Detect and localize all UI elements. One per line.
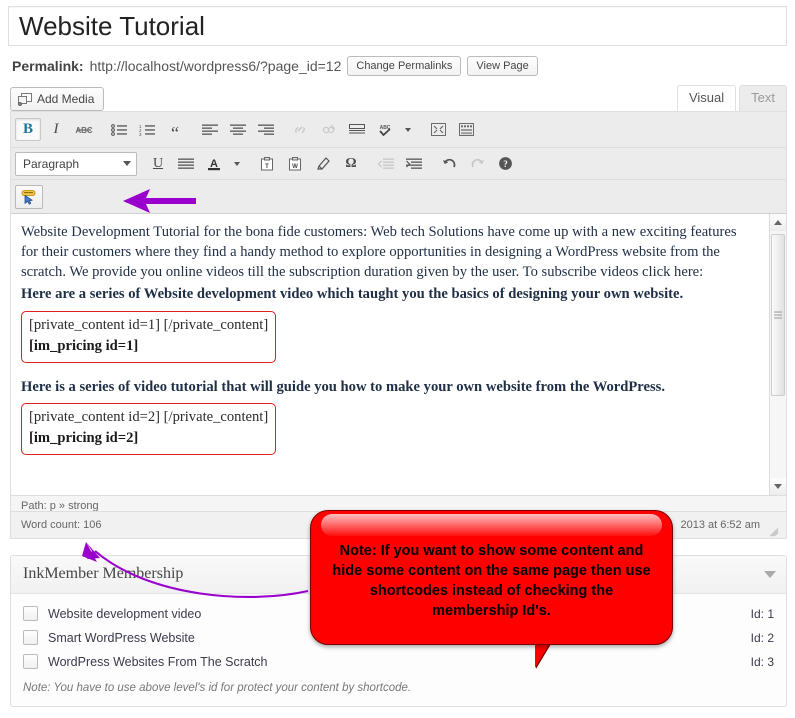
membership-label-3: WordPress Websites From The Scratch (48, 654, 268, 669)
paste-as-text-icon[interactable]: T (254, 152, 280, 175)
add-media-icon (18, 92, 32, 106)
shortcode-block-2-line-1: [private_content id=2] [/private_content… (29, 408, 269, 425)
fullscreen-icon[interactable] (425, 118, 451, 141)
text-color-dropdown-icon[interactable] (229, 152, 245, 175)
scroll-up-arrow-icon[interactable] (770, 214, 786, 231)
metabox-title: InkMember Membership (23, 565, 184, 582)
post-title-value: Website Tutorial (19, 11, 205, 41)
tab-text[interactable]: Text (739, 85, 787, 111)
help-icon[interactable]: ? (492, 152, 518, 175)
membership-checkbox-1[interactable] (23, 606, 38, 621)
align-left-icon[interactable] (197, 118, 223, 141)
spellcheck-dropdown-icon[interactable] (400, 118, 416, 141)
editor-vertical-scrollbar[interactable] (769, 214, 786, 495)
editor-toolbar-row-1: B I ABC 1 2 3 “ ABC (11, 112, 786, 148)
membership-id-2: Id: 2 (750, 630, 774, 645)
media-and-tabs-row: Add Media Visual Text (10, 85, 787, 111)
align-center-icon[interactable] (225, 118, 251, 141)
content-heading-1: Here are a series of Website development… (21, 286, 684, 303)
membership-checkbox-3[interactable] (23, 654, 38, 669)
svg-text:T: T (265, 164, 269, 170)
metabox-header[interactable]: InkMember Membership (11, 556, 786, 594)
shortcode-block-1-line-2: [im_pricing id=1] (29, 337, 139, 354)
unlink-icon[interactable] (316, 118, 342, 141)
shortcode-block-1-line-1: [private_content id=1] [/private_content… (29, 316, 269, 333)
metabox-body: Website development video Id: 1 Smart Wo… (11, 594, 786, 706)
shortcode-block-2-line-2: [im_pricing id=2] (29, 430, 139, 447)
ordered-list-icon[interactable]: 1 2 3 (134, 118, 160, 141)
paste-from-word-icon[interactable]: W (282, 152, 308, 175)
membership-label-2: Smart WordPress Website (48, 630, 195, 645)
unordered-list-icon[interactable] (106, 118, 132, 141)
inkmember-membership-metabox: InkMember Membership Website development… (10, 555, 787, 707)
tab-visual[interactable]: Visual (676, 85, 737, 111)
membership-id-1: Id: 1 (750, 606, 774, 621)
membership-id-3: Id: 3 (750, 654, 774, 669)
svg-text:?: ? (503, 159, 508, 169)
editor-path-bar: Path: p » strong (11, 495, 786, 512)
word-count-label: Word count: 106 (21, 518, 102, 531)
inkmember-shortcode-icon[interactable] (15, 184, 43, 209)
italic-icon[interactable]: I (43, 118, 69, 141)
special-character-icon[interactable]: Ω (338, 152, 364, 175)
undo-icon[interactable] (436, 152, 462, 175)
editor-status-bar: Word count: 106 2013 at 6:52 am (11, 511, 786, 538)
metabox-note: Note: You have to use above level's id f… (23, 682, 412, 694)
list-item[interactable]: Smart WordPress Website Id: 2 (23, 626, 774, 650)
chevron-down-icon[interactable] (764, 570, 776, 578)
outdent-icon[interactable] (373, 152, 399, 175)
align-right-icon[interactable] (253, 118, 279, 141)
chevron-down-icon (123, 161, 131, 166)
text-color-icon[interactable]: A (201, 152, 227, 175)
scrollbar-grip-icon (774, 311, 782, 319)
membership-checkbox-2[interactable] (23, 630, 38, 645)
kitchen-sink-icon[interactable] (453, 118, 479, 141)
redo-icon[interactable] (464, 152, 490, 175)
change-permalinks-button[interactable]: Change Permalinks (347, 56, 462, 76)
underline-icon[interactable]: U (145, 152, 171, 175)
editor-resize-handle[interactable] (766, 519, 779, 537)
shortcode-block-1: [private_content id=1] [/private_content… (21, 310, 277, 363)
content-paragraph-1: Website Development Tutorial for the bon… (21, 224, 737, 281)
list-item[interactable]: Website development video Id: 1 (23, 602, 774, 626)
indent-icon[interactable] (401, 152, 427, 175)
scroll-down-arrow-icon[interactable] (770, 478, 786, 495)
strikethrough-icon[interactable]: ABC (71, 118, 97, 141)
format-select[interactable]: Paragraph (15, 151, 137, 176)
bold-icon[interactable]: B (15, 118, 41, 141)
add-media-label: Add Media (37, 92, 95, 106)
remove-formatting-icon[interactable] (310, 152, 336, 175)
editor-toolbar-row-3 (11, 180, 786, 214)
editor-content-body[interactable]: Website Development Tutorial for the bon… (11, 214, 751, 461)
scrollbar-thumb[interactable] (771, 234, 785, 396)
editor-toolbar-row-2: Paragraph U A T W Ω ? (11, 148, 786, 180)
content-heading-2: Here is a series of video tutorial that … (21, 378, 665, 395)
shortcode-block-2: [private_content id=2] [/private_content… (21, 402, 277, 456)
format-select-value: Paragraph (23, 156, 80, 171)
svg-text:W: W (292, 164, 298, 170)
align-justify-icon[interactable] (173, 152, 199, 175)
editor-mode-tabs: Visual Text (674, 85, 787, 111)
last-edited-label: 2013 at 6:52 am (680, 518, 760, 531)
insert-more-tag-icon[interactable] (344, 118, 370, 141)
permalink-row: Permalink: http://localhost/wordpress6/?… (12, 55, 787, 77)
permalink-label: Permalink: (12, 58, 84, 74)
list-item[interactable]: WordPress Websites From The Scratch Id: … (23, 650, 774, 674)
editor-content-area[interactable]: Website Development Tutorial for the bon… (11, 214, 786, 495)
post-title-field[interactable]: Website Tutorial (8, 6, 787, 46)
editor-container: B I ABC 1 2 3 “ ABC Paragraph U A T W Ω … (10, 111, 787, 539)
blockquote-icon[interactable]: “ (162, 115, 188, 144)
add-media-button[interactable]: Add Media (10, 87, 105, 111)
spellcheck-icon[interactable]: ABC (372, 118, 398, 141)
permalink-url[interactable]: http://localhost/wordpress6/?page_id=12 (90, 58, 342, 74)
svg-text:3: 3 (139, 132, 142, 136)
insert-link-icon[interactable] (288, 118, 314, 141)
membership-label-1: Website development video (48, 606, 202, 621)
view-page-button[interactable]: View Page (467, 56, 538, 76)
